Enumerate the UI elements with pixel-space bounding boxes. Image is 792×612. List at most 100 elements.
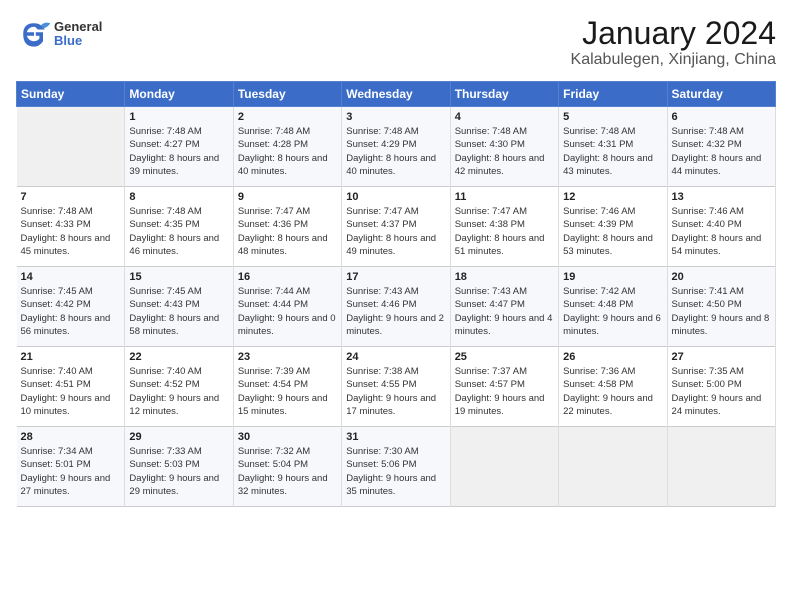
week-row-1: 1 Sunrise: 7:48 AMSunset: 4:27 PMDayligh… xyxy=(17,107,776,187)
logo-general: General xyxy=(54,20,102,34)
calendar-cell: 11 Sunrise: 7:47 AMSunset: 4:38 PMDaylig… xyxy=(450,187,558,267)
day-info: Sunrise: 7:48 AMSunset: 4:29 PMDaylight:… xyxy=(346,126,436,177)
calendar-cell: 16 Sunrise: 7:44 AMSunset: 4:44 PMDaylig… xyxy=(233,267,341,347)
calendar-cell: 7 Sunrise: 7:48 AMSunset: 4:33 PMDayligh… xyxy=(17,187,125,267)
day-info: Sunrise: 7:30 AMSunset: 5:06 PMDaylight:… xyxy=(346,446,436,497)
weekday-header-tuesday: Tuesday xyxy=(233,82,341,107)
calendar-cell: 3 Sunrise: 7:48 AMSunset: 4:29 PMDayligh… xyxy=(342,107,450,187)
title-block: January 2024 Kalabulegen, Xinjiang, Chin… xyxy=(571,16,776,69)
day-info: Sunrise: 7:48 AMSunset: 4:28 PMDaylight:… xyxy=(238,126,328,177)
day-number: 15 xyxy=(129,271,228,283)
day-info: Sunrise: 7:47 AMSunset: 4:36 PMDaylight:… xyxy=(238,206,328,257)
day-number: 25 xyxy=(455,351,554,363)
day-info: Sunrise: 7:44 AMSunset: 4:44 PMDaylight:… xyxy=(238,286,336,337)
calendar-cell: 5 Sunrise: 7:48 AMSunset: 4:31 PMDayligh… xyxy=(559,107,667,187)
calendar-cell: 31 Sunrise: 7:30 AMSunset: 5:06 PMDaylig… xyxy=(342,427,450,507)
calendar-cell: 22 Sunrise: 7:40 AMSunset: 4:52 PMDaylig… xyxy=(125,347,233,427)
day-number: 11 xyxy=(455,191,554,203)
day-number: 18 xyxy=(455,271,554,283)
logo: General Blue xyxy=(16,16,102,52)
day-number: 26 xyxy=(563,351,662,363)
calendar-cell: 9 Sunrise: 7:47 AMSunset: 4:36 PMDayligh… xyxy=(233,187,341,267)
calendar-cell: 25 Sunrise: 7:37 AMSunset: 4:57 PMDaylig… xyxy=(450,347,558,427)
calendar-cell: 15 Sunrise: 7:45 AMSunset: 4:43 PMDaylig… xyxy=(125,267,233,347)
day-number: 14 xyxy=(21,271,121,283)
day-number: 7 xyxy=(21,191,121,203)
day-number: 4 xyxy=(455,111,554,123)
calendar-cell: 14 Sunrise: 7:45 AMSunset: 4:42 PMDaylig… xyxy=(17,267,125,347)
calendar-cell: 19 Sunrise: 7:42 AMSunset: 4:48 PMDaylig… xyxy=(559,267,667,347)
day-info: Sunrise: 7:45 AMSunset: 4:43 PMDaylight:… xyxy=(129,286,219,337)
calendar-cell: 27 Sunrise: 7:35 AMSunset: 5:00 PMDaylig… xyxy=(667,347,775,427)
day-info: Sunrise: 7:40 AMSunset: 4:52 PMDaylight:… xyxy=(129,366,219,417)
page-container: General Blue January 2024 Kalabulegen, X… xyxy=(0,0,792,515)
calendar-table: SundayMondayTuesdayWednesdayThursdayFrid… xyxy=(16,81,776,507)
weekday-header-thursday: Thursday xyxy=(450,82,558,107)
day-info: Sunrise: 7:35 AMSunset: 5:00 PMDaylight:… xyxy=(672,366,762,417)
weekday-row: SundayMondayTuesdayWednesdayThursdayFrid… xyxy=(17,82,776,107)
calendar-cell: 21 Sunrise: 7:40 AMSunset: 4:51 PMDaylig… xyxy=(17,347,125,427)
calendar-cell: 24 Sunrise: 7:38 AMSunset: 4:55 PMDaylig… xyxy=(342,347,450,427)
calendar-cell: 30 Sunrise: 7:32 AMSunset: 5:04 PMDaylig… xyxy=(233,427,341,507)
day-number: 17 xyxy=(346,271,445,283)
day-number: 1 xyxy=(129,111,228,123)
day-number: 12 xyxy=(563,191,662,203)
day-info: Sunrise: 7:37 AMSunset: 4:57 PMDaylight:… xyxy=(455,366,545,417)
weekday-header-wednesday: Wednesday xyxy=(342,82,450,107)
day-info: Sunrise: 7:46 AMSunset: 4:40 PMDaylight:… xyxy=(672,206,762,257)
day-info: Sunrise: 7:48 AMSunset: 4:30 PMDaylight:… xyxy=(455,126,545,177)
day-info: Sunrise: 7:41 AMSunset: 4:50 PMDaylight:… xyxy=(672,286,770,337)
page-header: General Blue January 2024 Kalabulegen, X… xyxy=(16,16,776,69)
calendar-cell: 28 Sunrise: 7:34 AMSunset: 5:01 PMDaylig… xyxy=(17,427,125,507)
weekday-header-friday: Friday xyxy=(559,82,667,107)
day-number: 20 xyxy=(672,271,771,283)
week-row-3: 14 Sunrise: 7:45 AMSunset: 4:42 PMDaylig… xyxy=(17,267,776,347)
calendar-cell: 23 Sunrise: 7:39 AMSunset: 4:54 PMDaylig… xyxy=(233,347,341,427)
logo-blue: Blue xyxy=(54,34,102,48)
day-info: Sunrise: 7:43 AMSunset: 4:46 PMDaylight:… xyxy=(346,286,444,337)
day-info: Sunrise: 7:32 AMSunset: 5:04 PMDaylight:… xyxy=(238,446,328,497)
weekday-header-sunday: Sunday xyxy=(17,82,125,107)
day-number: 6 xyxy=(672,111,771,123)
calendar-cell: 10 Sunrise: 7:47 AMSunset: 4:37 PMDaylig… xyxy=(342,187,450,267)
calendar-cell: 13 Sunrise: 7:46 AMSunset: 4:40 PMDaylig… xyxy=(667,187,775,267)
day-info: Sunrise: 7:34 AMSunset: 5:01 PMDaylight:… xyxy=(21,446,111,497)
week-row-5: 28 Sunrise: 7:34 AMSunset: 5:01 PMDaylig… xyxy=(17,427,776,507)
day-info: Sunrise: 7:39 AMSunset: 4:54 PMDaylight:… xyxy=(238,366,328,417)
day-number: 16 xyxy=(238,271,337,283)
calendar-cell: 29 Sunrise: 7:33 AMSunset: 5:03 PMDaylig… xyxy=(125,427,233,507)
day-info: Sunrise: 7:48 AMSunset: 4:35 PMDaylight:… xyxy=(129,206,219,257)
calendar-cell xyxy=(17,107,125,187)
day-info: Sunrise: 7:43 AMSunset: 4:47 PMDaylight:… xyxy=(455,286,553,337)
day-number: 19 xyxy=(563,271,662,283)
day-number: 23 xyxy=(238,351,337,363)
day-number: 22 xyxy=(129,351,228,363)
day-number: 31 xyxy=(346,431,445,443)
logo-icon xyxy=(16,16,52,52)
day-number: 2 xyxy=(238,111,337,123)
day-info: Sunrise: 7:46 AMSunset: 4:39 PMDaylight:… xyxy=(563,206,653,257)
day-number: 27 xyxy=(672,351,771,363)
calendar-cell xyxy=(450,427,558,507)
day-number: 29 xyxy=(129,431,228,443)
week-row-4: 21 Sunrise: 7:40 AMSunset: 4:51 PMDaylig… xyxy=(17,347,776,427)
calendar-body: 1 Sunrise: 7:48 AMSunset: 4:27 PMDayligh… xyxy=(17,107,776,507)
day-info: Sunrise: 7:47 AMSunset: 4:38 PMDaylight:… xyxy=(455,206,545,257)
calendar-cell: 12 Sunrise: 7:46 AMSunset: 4:39 PMDaylig… xyxy=(559,187,667,267)
day-info: Sunrise: 7:48 AMSunset: 4:27 PMDaylight:… xyxy=(129,126,219,177)
day-number: 5 xyxy=(563,111,662,123)
calendar-cell: 6 Sunrise: 7:48 AMSunset: 4:32 PMDayligh… xyxy=(667,107,775,187)
day-info: Sunrise: 7:42 AMSunset: 4:48 PMDaylight:… xyxy=(563,286,661,337)
calendar-cell: 20 Sunrise: 7:41 AMSunset: 4:50 PMDaylig… xyxy=(667,267,775,347)
day-info: Sunrise: 7:38 AMSunset: 4:55 PMDaylight:… xyxy=(346,366,436,417)
calendar-cell: 17 Sunrise: 7:43 AMSunset: 4:46 PMDaylig… xyxy=(342,267,450,347)
calendar-cell xyxy=(559,427,667,507)
day-number: 13 xyxy=(672,191,771,203)
day-info: Sunrise: 7:45 AMSunset: 4:42 PMDaylight:… xyxy=(21,286,111,337)
calendar-cell: 8 Sunrise: 7:48 AMSunset: 4:35 PMDayligh… xyxy=(125,187,233,267)
calendar-cell: 26 Sunrise: 7:36 AMSunset: 4:58 PMDaylig… xyxy=(559,347,667,427)
day-number: 10 xyxy=(346,191,445,203)
location-title: Kalabulegen, Xinjiang, China xyxy=(571,51,776,69)
day-number: 30 xyxy=(238,431,337,443)
weekday-header-saturday: Saturday xyxy=(667,82,775,107)
